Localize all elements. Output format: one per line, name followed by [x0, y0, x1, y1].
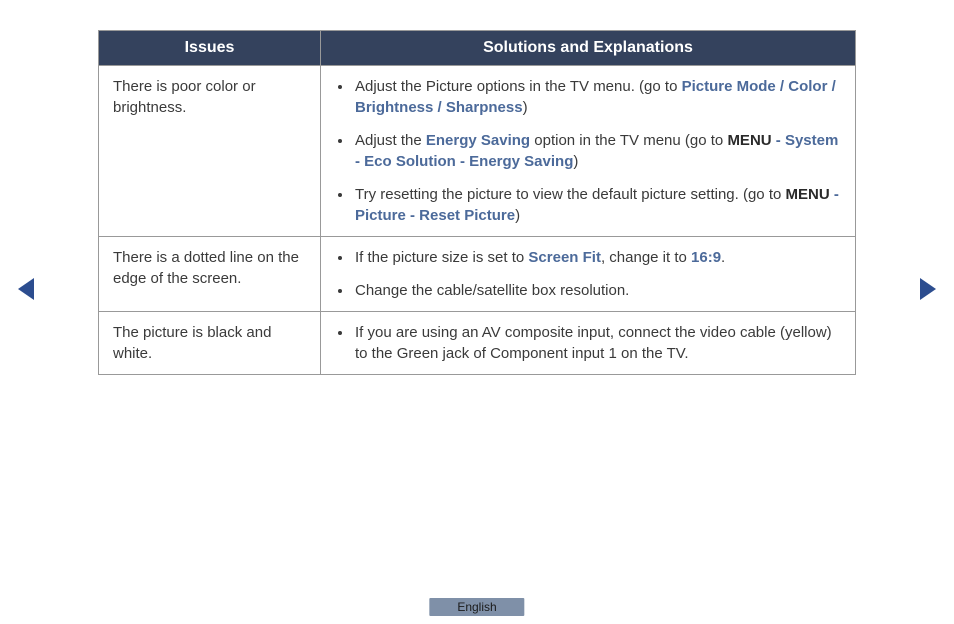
table-row: The picture is black and white. If you ar…: [99, 312, 856, 375]
solution-item: If you are using an AV composite input, …: [353, 322, 841, 364]
text: ): [515, 207, 520, 224]
text: Try resetting the picture to view the de…: [355, 186, 786, 203]
solution-item: If the picture size is set to Screen Fit…: [353, 247, 841, 268]
solution-item: Adjust the Picture options in the TV men…: [353, 76, 841, 118]
solution-list: If the picture size is set to Screen Fit…: [335, 247, 841, 301]
bold-text: MENU: [786, 186, 830, 203]
text: , change it to: [601, 249, 691, 266]
highlight-text: -: [772, 132, 785, 149]
header-issues: Issues: [99, 31, 321, 66]
bold-text: MENU: [727, 132, 771, 149]
header-solutions: Solutions and Explanations: [321, 31, 856, 66]
issue-cell: There is a dotted line on the edge of th…: [99, 237, 321, 312]
issue-cell: There is poor color or brightness.: [99, 66, 321, 237]
solution-item: Change the cable/satellite box resolutio…: [353, 280, 841, 301]
language-badge: English: [429, 598, 524, 616]
table-row: There is poor color or brightness. Adjust…: [99, 66, 856, 237]
highlight-text: 16:9: [691, 249, 721, 266]
text: Adjust the Picture options in the TV men…: [355, 78, 682, 95]
issue-cell: The picture is black and white.: [99, 312, 321, 375]
troubleshooting-table: Issues Solutions and Explanations There …: [98, 30, 856, 375]
highlight-text: Energy Saving: [426, 132, 530, 149]
prev-page-arrow-icon[interactable]: [18, 278, 34, 300]
text: If the picture size is set to: [355, 249, 528, 266]
solution-list: If you are using an AV composite input, …: [335, 322, 841, 364]
solution-list: Adjust the Picture options in the TV men…: [335, 76, 841, 226]
text: ): [573, 153, 578, 170]
text: If you are using an AV composite input, …: [355, 324, 832, 362]
solution-cell: If the picture size is set to Screen Fit…: [321, 237, 856, 312]
solution-item: Adjust the Energy Saving option in the T…: [353, 130, 841, 172]
page: Issues Solutions and Explanations There …: [0, 0, 954, 624]
text: .: [721, 249, 725, 266]
next-page-arrow-icon[interactable]: [920, 278, 936, 300]
troubleshooting-table-container: Issues Solutions and Explanations There …: [98, 30, 856, 375]
solution-cell: Adjust the Picture options in the TV men…: [321, 66, 856, 237]
solution-cell: If you are using an AV composite input, …: [321, 312, 856, 375]
table-row: There is a dotted line on the edge of th…: [99, 237, 856, 312]
highlight-text: Screen Fit: [528, 249, 601, 266]
text: option in the TV menu (go to: [530, 132, 727, 149]
text: Change the cable/satellite box resolutio…: [355, 282, 629, 299]
solution-item: Try resetting the picture to view the de…: [353, 184, 841, 226]
text: Adjust the: [355, 132, 426, 149]
text: ): [523, 99, 528, 116]
